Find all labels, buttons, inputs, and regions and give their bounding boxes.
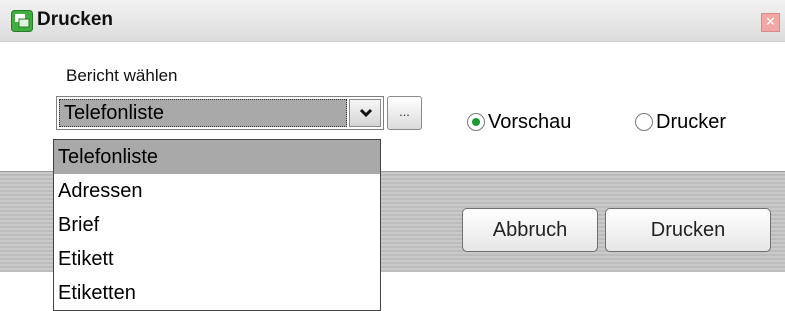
print-button[interactable]: Drucken <box>605 208 771 252</box>
window-title: Drucken <box>37 9 114 30</box>
close-icon: ✕ <box>765 15 776 30</box>
radio-label-drucker[interactable]: Drucker <box>656 111 726 134</box>
report-dropdown-list: Telefonliste Adressen Brief Etikett Etik… <box>53 139 381 311</box>
radio-checked-dot <box>472 118 480 126</box>
cancel-button[interactable]: Abbruch <box>462 208 598 252</box>
report-label: Bericht wählen <box>66 66 178 85</box>
title-bar[interactable]: Drucken ✕ <box>0 0 785 42</box>
dropdown-item[interactable]: Telefonliste <box>54 140 380 174</box>
dropdown-item[interactable]: Adressen <box>54 174 380 208</box>
report-select-value: Telefonliste <box>59 99 347 127</box>
close-button[interactable]: ✕ <box>761 13 780 32</box>
dropdown-item[interactable]: Brief <box>54 208 380 242</box>
dropdown-item[interactable]: Etiketten <box>54 276 380 310</box>
app-icon <box>11 10 33 32</box>
radio-circle[interactable] <box>467 113 485 131</box>
browse-button[interactable]: ... <box>387 96 422 130</box>
dropdown-item[interactable]: Etikett <box>54 242 380 276</box>
report-select[interactable]: Telefonliste <box>56 96 384 130</box>
combo-dropdown-button[interactable] <box>349 99 381 127</box>
chevron-down-icon <box>359 108 373 118</box>
radio-circle[interactable] <box>635 113 653 131</box>
radio-label-vorschau[interactable]: Vorschau <box>488 111 571 134</box>
